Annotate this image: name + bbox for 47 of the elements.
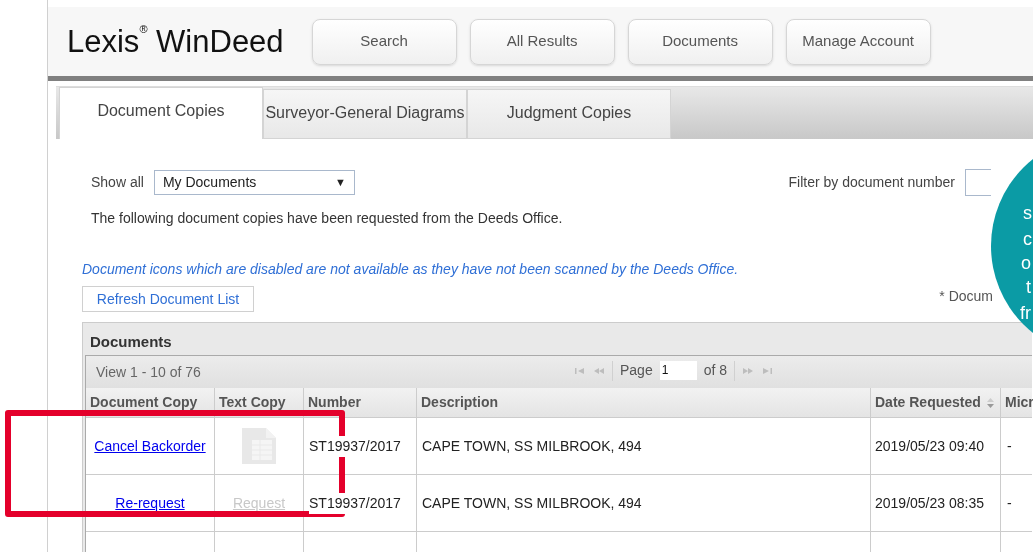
column-header[interactable]: Document Copy — [86, 388, 215, 417]
first-page-icon[interactable] — [574, 366, 586, 375]
callout-text: fr — [1020, 303, 1031, 323]
tab[interactable]: Surveyor-General Diagrams — [263, 89, 467, 139]
callout-text: c — [1023, 229, 1032, 249]
documents-dropdown[interactable]: My Documents ▼ — [153, 169, 355, 195]
previous-page-icon[interactable] — [593, 366, 605, 375]
tab[interactable]: Document Copies — [59, 87, 263, 139]
callout-text: o — [1021, 253, 1031, 273]
disabled-icons-note: Document icons which are disabled are not available as they have not been scanned by the Deeds Office. — [82, 260, 739, 279]
column-header[interactable]: Number — [304, 388, 417, 417]
table-cell-text: CAPE TOWN, SS MILBROOK, 494 — [422, 436, 642, 456]
page-label: Page — [620, 361, 653, 380]
refresh-button[interactable]: Refresh Document List — [82, 286, 254, 312]
table-cell-text: - — [1007, 436, 1012, 456]
column-header[interactable]: Text Copy — [215, 388, 304, 417]
callout-text: s — [1023, 203, 1032, 223]
intro-text: The following document copies have been requested from the Deeds Office. — [91, 209, 563, 228]
table-cell-text: 2019/05/23 08:35 — [875, 493, 984, 513]
logo: Lexis$^{®}$ WinDeed — [67, 26, 284, 58]
column-header[interactable]: Date Requested — [871, 388, 1001, 417]
show-all-label: Show all — [91, 172, 144, 192]
table-cell-text: 2019/05/23 09:40 — [875, 436, 984, 456]
page-field[interactable]: 1 — [659, 361, 697, 380]
document-copy-link[interactable]: Cancel Backorder — [94, 435, 206, 457]
next-page-icon[interactable] — [742, 366, 755, 375]
table-cell: ST19937/2017 — [309, 435, 401, 457]
last-page-icon[interactable] — [761, 366, 774, 375]
panel-title: Documents — [89, 332, 173, 352]
table-cell-text: CAPE TOWN, SS MILBROOK, 494 — [422, 493, 642, 513]
filter-label: Filter by document number — [788, 172, 955, 192]
table-cell: ST19937/2017 — [309, 492, 401, 514]
page-count: of 8 — [703, 361, 728, 380]
column-header[interactable]: Micr — [1001, 388, 1033, 417]
nav-button[interactable]: Manage Account — [785, 18, 931, 65]
callout-text: t — [1026, 277, 1031, 297]
view-range: View 1 - 10 of 76 — [96, 362, 201, 382]
nav-button[interactable]: Search — [311, 18, 457, 65]
nav-button[interactable]: Documents — [627, 18, 773, 65]
documents-note: * Docum — [939, 287, 993, 306]
nav-button[interactable]: All Results — [469, 18, 615, 65]
document-copy-link[interactable]: Re-request — [115, 492, 185, 514]
table-cell-text: - — [1007, 493, 1012, 513]
tab[interactable]: Judgment Copies — [467, 89, 671, 139]
filter-field[interactable] — [965, 168, 991, 196]
column-header[interactable]: Description — [417, 388, 871, 417]
sort-icon[interactable] — [985, 396, 995, 409]
